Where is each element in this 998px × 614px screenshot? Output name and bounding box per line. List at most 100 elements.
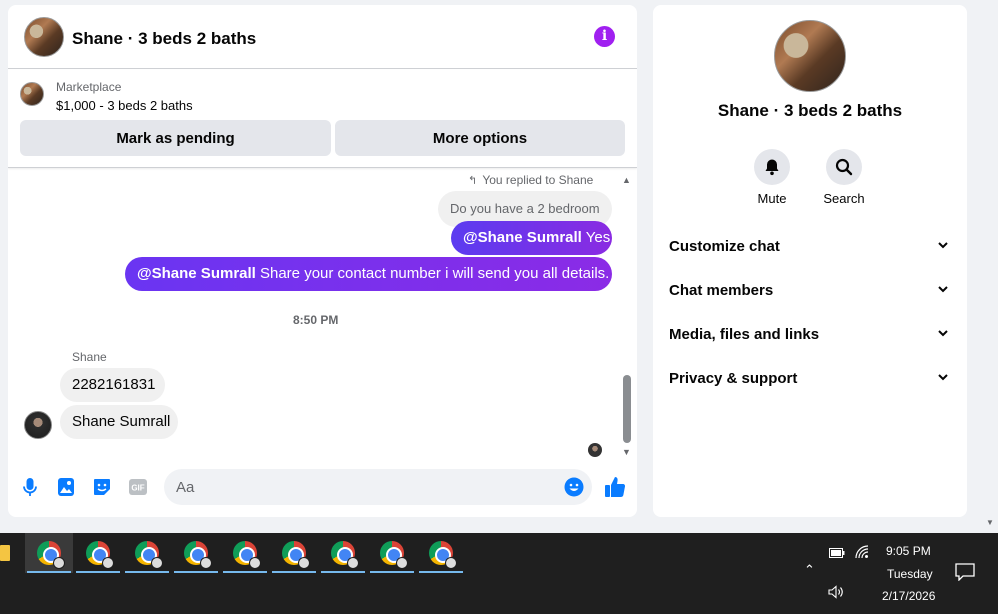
section-label: Customize chat — [669, 238, 780, 255]
running-indicator — [76, 571, 120, 573]
sticker-icon[interactable] — [92, 477, 112, 497]
profile-badge-icon — [347, 557, 359, 569]
message-input[interactable] — [164, 469, 592, 505]
chrome-icon — [429, 541, 457, 569]
mute-button-circle[interactable] — [754, 149, 790, 185]
emoji-icon[interactable] — [564, 477, 584, 497]
taskbar-app-chrome[interactable] — [417, 533, 465, 573]
search-label: Search — [823, 191, 865, 206]
search-button[interactable]: Search — [814, 149, 874, 206]
chrome-icon — [331, 541, 359, 569]
info-icon[interactable]: i — [594, 26, 615, 47]
replied-text: You replied to Shane — [482, 173, 594, 187]
chrome-icon — [282, 541, 310, 569]
running-indicator — [419, 571, 463, 573]
section-label: Chat members — [669, 282, 774, 299]
marketplace-label: Marketplace — [56, 80, 122, 94]
profile-badge-icon — [200, 557, 212, 569]
more-options-button[interactable]: More options — [335, 120, 625, 156]
sender-name: Shane — [72, 350, 107, 364]
chevron-down-icon — [938, 242, 948, 249]
chat-members-row[interactable]: Chat members — [669, 282, 951, 306]
mark-as-pending-button[interactable]: Mark as pending — [20, 120, 331, 156]
network-icon[interactable] — [855, 545, 869, 559]
chevron-down-icon — [938, 374, 948, 381]
image-icon[interactable] — [56, 477, 76, 497]
section-label: Media, files and links — [669, 326, 820, 343]
reply-arrow-icon: ↰ — [468, 175, 478, 187]
mention[interactable]: @Shane Sumrall — [137, 265, 256, 282]
running-indicator — [272, 571, 316, 573]
profile-badge-icon — [445, 557, 457, 569]
taskbar-app-chrome[interactable] — [25, 533, 73, 573]
profile-badge-icon — [102, 557, 114, 569]
notification-center-icon[interactable] — [955, 563, 975, 581]
profile-avatar[interactable] — [774, 20, 846, 92]
customize-chat-row[interactable]: Customize chat — [669, 238, 951, 262]
privacy-support-row[interactable]: Privacy & support — [669, 370, 951, 394]
taskbar-app-chrome[interactable] — [221, 533, 269, 573]
media-files-links-row[interactable]: Media, files and links — [669, 326, 951, 350]
clock-date[interactable]: 2/17/2026 — [882, 589, 935, 603]
clock-time[interactable]: 9:05 PM — [886, 544, 931, 558]
chevron-down-icon — [938, 286, 948, 293]
scroll-up-arrow-icon[interactable]: ▲ — [622, 175, 631, 185]
profile-badge-icon — [53, 557, 65, 569]
gif-icon[interactable]: GIF — [128, 477, 148, 497]
chat-panel: Shane · 3 beds 2 baths i Marketplace $1,… — [8, 5, 637, 517]
chat-header: Shane · 3 beds 2 baths i — [8, 5, 637, 69]
taskbar-app-chrome[interactable] — [74, 533, 122, 573]
replied-note: ↰ You replied to Shane — [468, 173, 593, 187]
incoming-message[interactable]: 2282161831 — [60, 368, 165, 402]
show-hidden-icons-chevron-icon[interactable]: ⌃ — [804, 562, 815, 578]
search-button-circle[interactable] — [826, 149, 862, 185]
mention[interactable]: @Shane Sumrall — [463, 229, 582, 246]
mute-button[interactable]: Mute — [742, 149, 802, 206]
bell-icon — [765, 159, 779, 176]
message-text: Yes — [581, 229, 611, 246]
sender-avatar[interactable] — [24, 411, 52, 439]
clock-day[interactable]: Tuesday — [887, 567, 933, 581]
running-indicator — [125, 571, 169, 573]
scrollbar-thumb[interactable] — [623, 375, 631, 443]
listing-avatar[interactable] — [24, 17, 64, 57]
running-indicator — [174, 571, 218, 573]
taskbar-app-chrome[interactable] — [319, 533, 367, 573]
message-list[interactable]: ↰ You replied to Shane Do you have a 2 b… — [8, 170, 637, 460]
message-timestamp: 8:50 PM — [293, 313, 339, 327]
chrome-icon — [233, 541, 261, 569]
incoming-message[interactable]: Shane Sumrall — [60, 405, 178, 439]
profile-badge-icon — [298, 557, 310, 569]
profile-badge-icon — [151, 557, 163, 569]
outgoing-message[interactable]: @Shane Sumrall Share your contact number… — [125, 257, 612, 291]
microphone-icon[interactable] — [20, 477, 40, 497]
file-explorer-icon[interactable] — [0, 545, 10, 561]
profile-title: Shane · 3 beds 2 baths — [717, 101, 903, 120]
chrome-icon — [37, 541, 65, 569]
message-composer: GIF — [8, 465, 637, 510]
profile-badge-icon — [249, 557, 261, 569]
scroll-down-arrow-icon[interactable]: ▼ — [622, 447, 631, 457]
taskbar-app-chrome[interactable] — [270, 533, 318, 573]
running-indicator — [223, 571, 267, 573]
outgoing-message[interactable]: @Shane Sumrall Yes — [451, 221, 612, 255]
taskbar-app-chrome[interactable] — [172, 533, 220, 573]
mute-label: Mute — [757, 191, 787, 206]
listing-thumbnail[interactable] — [20, 82, 44, 106]
chat-title[interactable]: Shane · 3 beds 2 baths — [72, 29, 256, 49]
battery-icon[interactable] — [829, 548, 845, 558]
section-label: Privacy & support — [669, 370, 798, 387]
page-scroll-down-icon[interactable]: ▼ — [986, 518, 994, 527]
chrome-icon — [135, 541, 163, 569]
taskbar-app-chrome[interactable] — [123, 533, 171, 573]
search-icon — [835, 158, 853, 176]
volume-icon[interactable] — [828, 585, 844, 599]
thumbs-up-icon[interactable] — [603, 475, 627, 499]
running-indicator — [370, 571, 414, 573]
running-indicator — [27, 571, 71, 573]
seen-indicator-avatar — [588, 443, 602, 457]
conversation-info-panel: Shane · 3 beds 2 baths Mute Search Custo… — [653, 5, 967, 517]
chrome-icon — [86, 541, 114, 569]
chrome-icon — [380, 541, 408, 569]
taskbar-app-chrome[interactable] — [368, 533, 416, 573]
